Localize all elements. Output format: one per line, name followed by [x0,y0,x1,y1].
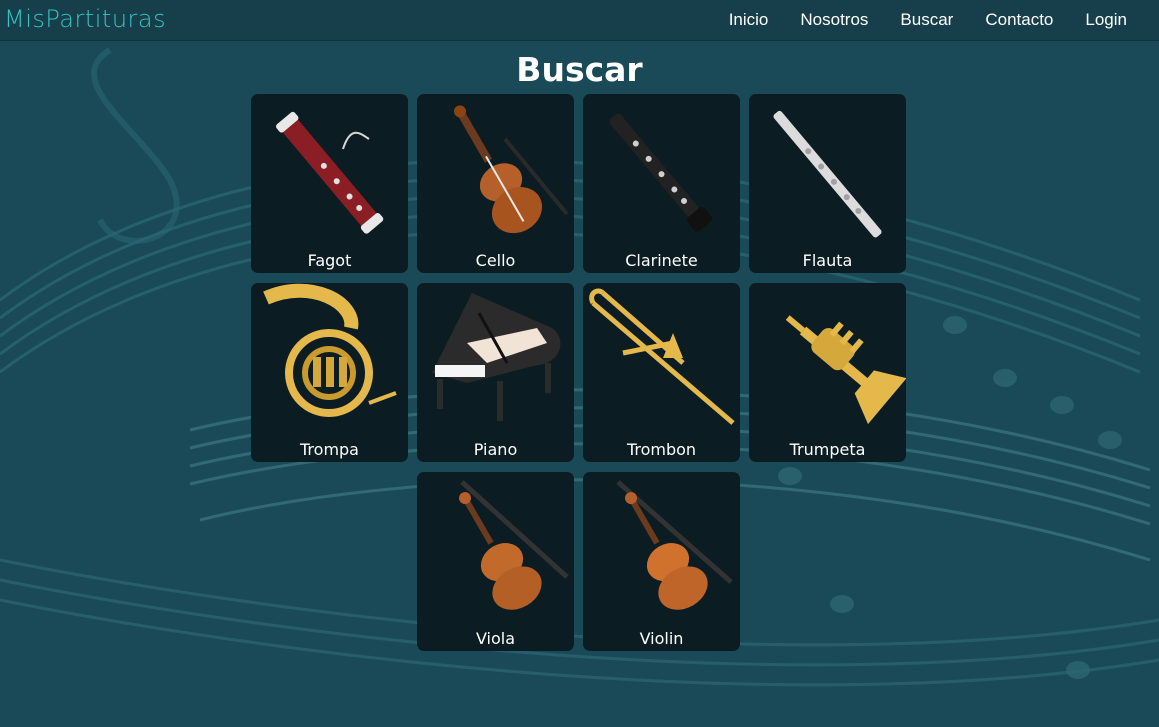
instrument-label: Clarinete [625,251,698,270]
instrument-label: Trombon [626,440,697,459]
viola-icon [459,480,569,610]
instrument-card-clarinete[interactable]: Clarinete [583,94,740,273]
instrument-card-flauta[interactable]: Flauta [749,94,906,273]
bassoon-icon [276,111,384,234]
instrument-label: Fagot [307,251,352,270]
instrument-label: Flauta [802,251,853,270]
brand-logo[interactable]: MisPartituras [4,5,166,33]
instrument-label: Trumpeta [789,440,866,459]
instrument-grid: Fagot Cello Clarinete Flauta Trompa Pian… [251,94,907,654]
instrument-card-violin[interactable]: Violin [583,472,740,651]
instrument-card-viola[interactable]: Viola [417,472,574,651]
nav-link-inicio[interactable]: Inicio [729,10,769,30]
violin-icon [616,480,733,610]
instrument-card-piano[interactable]: Piano [417,283,574,462]
nav-link-login[interactable]: Login [1085,10,1127,30]
instrument-card-trombon[interactable]: Trombon [583,283,740,462]
instrument-label: Violin [639,629,684,648]
cello-icon [454,105,569,234]
instrument-card-cello[interactable]: Cello [417,94,574,273]
page-title: Buscar [516,50,643,89]
trumpet-icon [785,315,906,425]
instrument-card-trompa[interactable]: Trompa [251,283,408,462]
french-horn-icon [263,283,397,417]
nav-links: Inicio Nosotros Buscar Contacto Login [697,0,1127,40]
instrument-label: Trompa [300,440,359,459]
nav-link-nosotros[interactable]: Nosotros [800,10,868,30]
trombone-icon [589,288,735,425]
clarinet-icon [609,113,713,232]
grand-piano-icon [432,293,561,421]
nav-link-buscar[interactable]: Buscar [900,10,953,30]
instrument-card-trumpeta[interactable]: Trumpeta [749,283,906,462]
instrument-label: Piano [473,440,518,459]
top-navbar: MisPartituras Inicio Nosotros Buscar Con… [0,0,1159,41]
instrument-label: Cello [475,251,516,270]
instrument-label: Viola [475,629,516,648]
flute-icon [773,110,882,238]
nav-link-contacto[interactable]: Contacto [985,10,1053,30]
instrument-card-fagot[interactable]: Fagot [251,94,408,273]
